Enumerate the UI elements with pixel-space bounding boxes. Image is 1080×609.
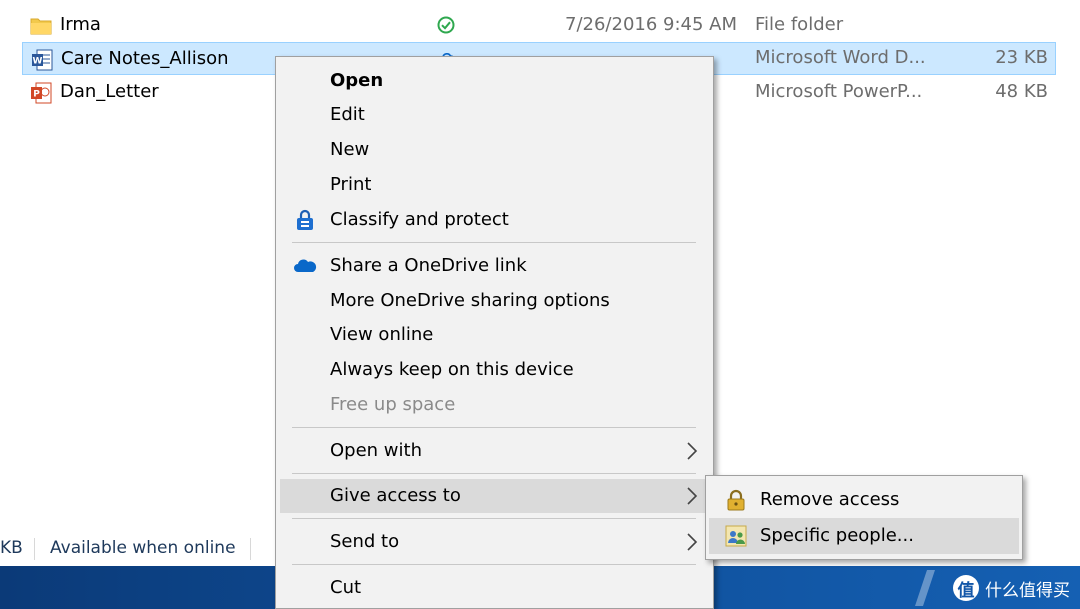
chevron-right-icon bbox=[687, 487, 698, 505]
menu-item-label: Print bbox=[330, 174, 372, 195]
menu-separator bbox=[292, 473, 696, 474]
menu-separator bbox=[292, 242, 696, 243]
menu-separator bbox=[292, 564, 696, 565]
status-divider bbox=[34, 538, 35, 560]
menu-item-open-with[interactable]: Open with bbox=[280, 434, 709, 468]
availability-status: Available when online bbox=[50, 538, 236, 558]
menu-separator bbox=[292, 427, 696, 428]
menu-item-edit[interactable]: Edit bbox=[280, 98, 709, 132]
menu-item-free-up-space: Free up space bbox=[280, 388, 709, 422]
file-type: File folder bbox=[755, 14, 844, 35]
menu-item-label: Share a OneDrive link bbox=[330, 255, 527, 276]
menu-item-share-onedrive-link[interactable]: Share a OneDrive link bbox=[280, 249, 709, 283]
synced-check-icon bbox=[437, 16, 455, 34]
status-bar-size-fragment: KB bbox=[0, 538, 23, 558]
svg-text:P: P bbox=[33, 90, 40, 100]
menu-item-send-to[interactable]: Send to bbox=[280, 525, 709, 559]
menu-item-open[interactable]: Open bbox=[280, 64, 709, 98]
file-type: Microsoft PowerP... bbox=[755, 81, 923, 102]
menu-item-label: Always keep on this device bbox=[330, 359, 574, 380]
watermark: 值 什么值得买 bbox=[953, 574, 1070, 602]
menu-item-label: View online bbox=[330, 324, 434, 345]
menu-item-give-access[interactable]: Give access to bbox=[280, 479, 709, 513]
classify-protect-icon bbox=[297, 209, 313, 230]
word-document-icon: W bbox=[32, 49, 53, 71]
light-beam-icon bbox=[915, 570, 935, 606]
menu-item-view-online[interactable]: View online bbox=[280, 318, 709, 352]
menu-item-label: Send to bbox=[330, 531, 400, 552]
file-name: Care Notes_Allison bbox=[61, 48, 229, 69]
menu-item-label: Classify and protect bbox=[330, 209, 509, 230]
submenu-item-label: Specific people... bbox=[760, 525, 914, 546]
menu-item-label: New bbox=[330, 139, 370, 160]
people-icon bbox=[725, 525, 747, 547]
menu-separator bbox=[292, 518, 696, 519]
menu-item-label: Give access to bbox=[330, 485, 461, 506]
menu-item-label: Open with bbox=[330, 440, 422, 461]
svg-text:W: W bbox=[33, 57, 43, 67]
submenu-item-label: Remove access bbox=[760, 489, 900, 510]
menu-item-label: Free up space bbox=[330, 394, 456, 415]
submenu-item-remove-access[interactable]: Remove access bbox=[709, 482, 1019, 518]
watermark-badge: 值 bbox=[953, 575, 979, 601]
context-menu: Open Edit New Print Classify and protect… bbox=[275, 56, 714, 609]
selected-file-type: Microsoft Word D... bbox=[755, 47, 926, 68]
onedrive-cloud-icon bbox=[294, 259, 317, 272]
menu-item-label: Edit bbox=[330, 104, 365, 125]
menu-item-label: More OneDrive sharing options bbox=[330, 290, 610, 311]
lock-icon bbox=[727, 489, 745, 511]
chevron-right-icon bbox=[687, 533, 698, 551]
file-row-irma[interactable]: Irma 7/26/2016 9:45 AM File folder bbox=[22, 9, 1056, 42]
menu-item-classify-protect[interactable]: Classify and protect bbox=[280, 203, 709, 237]
menu-item-label: Open bbox=[330, 70, 384, 91]
file-date: 7/26/2016 9:45 AM bbox=[565, 14, 738, 35]
menu-item-label: Cut bbox=[330, 577, 362, 598]
menu-item-more-sharing[interactable]: More OneDrive sharing options bbox=[280, 284, 709, 318]
status-divider bbox=[250, 538, 251, 560]
watermark-text: 什么值得买 bbox=[985, 580, 1070, 601]
selected-file-size: 23 KB bbox=[995, 47, 1048, 68]
folder-icon bbox=[30, 18, 52, 35]
powerpoint-document-icon: P bbox=[31, 82, 52, 104]
file-name: Dan_Letter bbox=[60, 81, 159, 102]
submenu-item-specific-people[interactable]: Specific people... bbox=[709, 518, 1019, 554]
menu-item-always-keep[interactable]: Always keep on this device bbox=[280, 353, 709, 387]
give-access-submenu: Remove access Specific people... bbox=[705, 475, 1023, 560]
menu-item-cut[interactable]: Cut bbox=[280, 571, 709, 605]
file-name: Irma bbox=[60, 14, 101, 35]
chevron-right-icon bbox=[687, 442, 698, 460]
menu-item-print[interactable]: Print bbox=[280, 168, 709, 202]
file-size: 48 KB bbox=[995, 81, 1048, 102]
menu-item-new[interactable]: New bbox=[280, 133, 709, 167]
